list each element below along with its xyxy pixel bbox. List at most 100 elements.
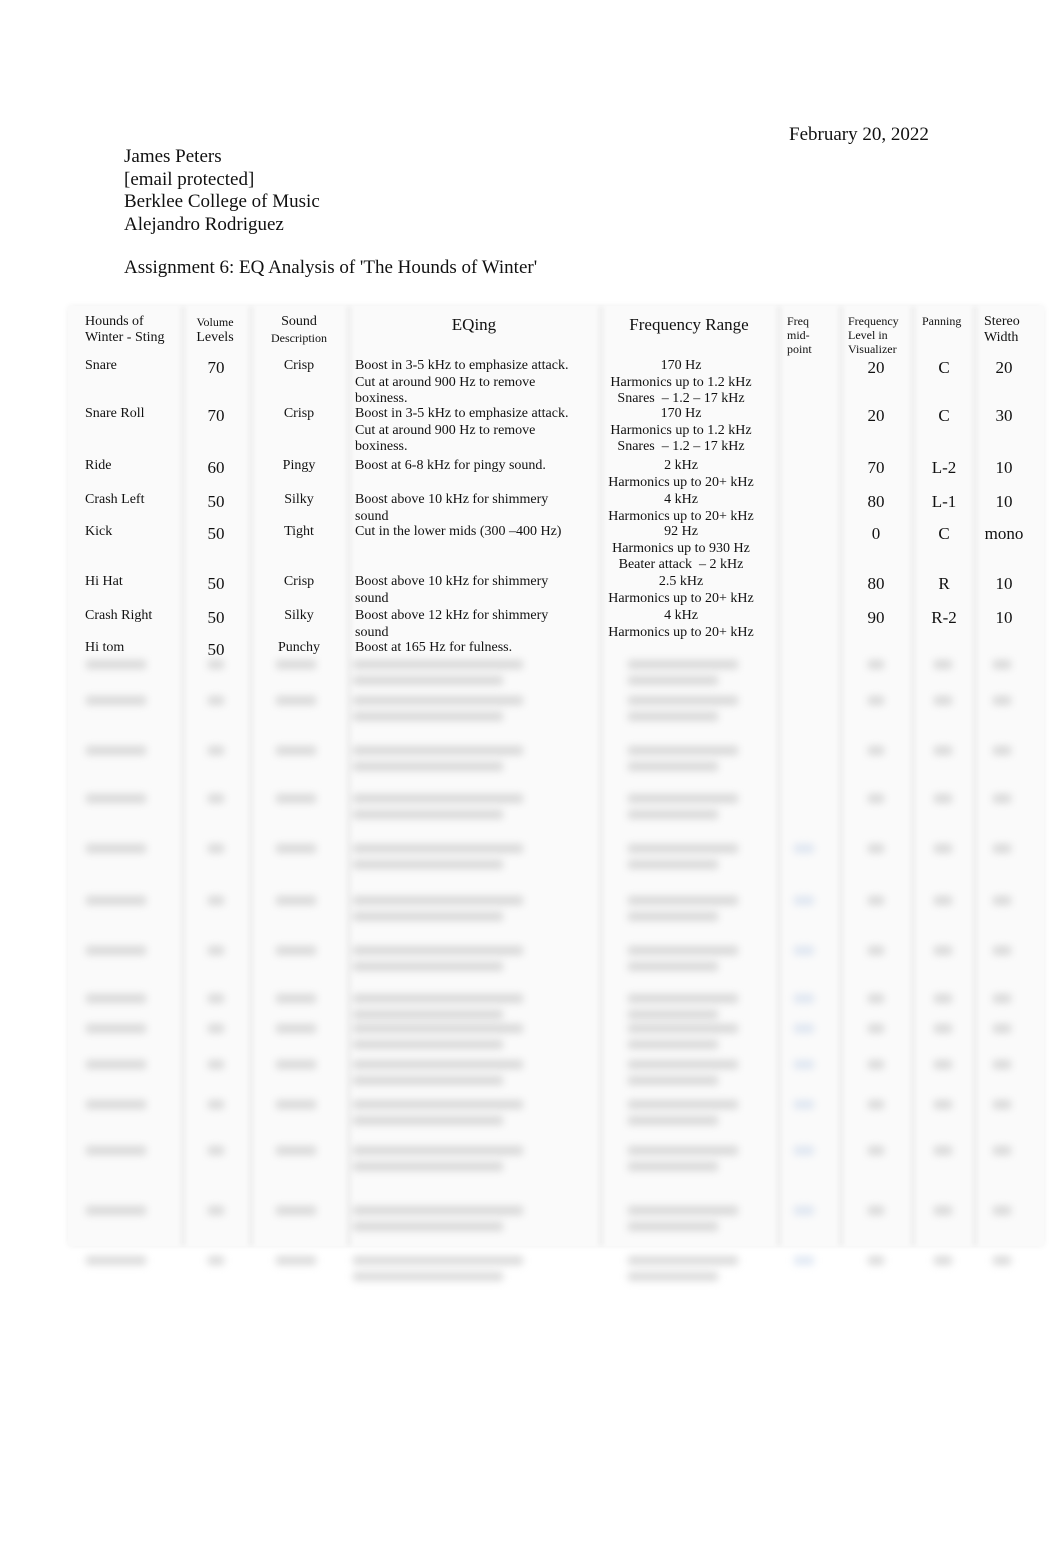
obscured-text (628, 1206, 738, 1215)
header-frequency-range: Frequency Range (629, 315, 749, 334)
eq-line: sound (355, 508, 389, 524)
frequency-line: Harmonics up to 20+ kHz (608, 474, 754, 490)
cell-visualizer-level: 80 (867, 574, 885, 593)
frequency-line: 170 Hz (660, 406, 702, 421)
cell-frequency-range: 4 kHz Harmonics up to 20+ kHz (600, 492, 762, 525)
obscured-text (353, 1076, 503, 1085)
cell-eqing: Cut in the lower mids (300 –400 Hz) (355, 524, 595, 541)
cell-sound-description: Pingy (282, 458, 316, 473)
cell-panning: L-1 (931, 492, 957, 511)
obscured-text (993, 696, 1011, 705)
obscured-text (993, 1146, 1011, 1155)
cell-stereo-width: 30 (995, 406, 1013, 425)
cell-sound-description: Silky (284, 608, 314, 623)
obscured-text (86, 896, 146, 905)
cell-stereo-width: 10 (995, 458, 1013, 477)
obscured-link (794, 844, 814, 853)
obscured-text (628, 810, 718, 819)
author-block: James Peters [email protected] Berklee C… (124, 146, 320, 236)
cell-visualizer-level: 90 (867, 608, 885, 627)
header-line: Frequency (848, 314, 899, 328)
obscured-text (353, 994, 523, 1003)
frequency-line: Harmonics up to 20+ kHz (608, 590, 754, 606)
obscured-text (208, 1024, 224, 1033)
obscured-text (993, 1100, 1011, 1109)
frequency-line: 2.5 kHz (658, 574, 704, 589)
cell-frequency-range: 2 kHz Harmonics up to 20+ kHz (600, 458, 762, 491)
obscured-text (353, 1060, 523, 1069)
cell-instrument: Snare Roll (85, 406, 145, 421)
obscured-text (353, 912, 503, 921)
frequency-line: 2 kHz (664, 458, 698, 473)
obscured-text (208, 1100, 224, 1109)
obscured-text (353, 1272, 503, 1281)
obscured-text (628, 912, 718, 921)
obscured-text (86, 844, 146, 853)
obscured-text (86, 1206, 146, 1215)
obscured-text (276, 746, 316, 755)
cell-instrument: Crash Right (85, 608, 153, 623)
frequency-line: Beater attack – 2 kHz (618, 557, 744, 572)
obscured-text (353, 1040, 503, 1049)
obscured-text (868, 1024, 884, 1033)
cell-volume: 50 (207, 524, 225, 543)
instructor: Alejandro Rodriguez (124, 213, 284, 235)
obscured-text (868, 746, 884, 755)
header-line: Winter - Sting (85, 330, 165, 345)
cell-stereo-width: 20 (995, 358, 1013, 377)
cell-volume: 60 (207, 458, 225, 477)
eq-line: Cut at around 900 Hz to remove (355, 422, 536, 438)
obscured-text (353, 1100, 523, 1109)
obscured-text (208, 746, 224, 755)
cell-panning: R (938, 574, 950, 593)
document-date: February 20, 2022 (789, 124, 929, 145)
obscured-text (353, 860, 503, 869)
obscured-text (868, 794, 884, 803)
obscured-text (934, 896, 952, 905)
obscured-text (353, 896, 523, 905)
eq-line: Boost above 10 kHz for shimmery (355, 574, 549, 589)
eq-line: Cut at around 900 Hz to remove (355, 374, 536, 390)
obscured-link (794, 1256, 814, 1265)
eq-line: Cut in the lower mids (300 –400 Hz) (355, 524, 562, 539)
cell-frequency-range: 4 kHz Harmonics up to 20+ kHz (600, 608, 762, 641)
obscured-text (868, 1206, 884, 1215)
obscured-text (628, 946, 738, 955)
obscured-text (993, 660, 1011, 669)
obscured-text (868, 660, 884, 669)
obscured-text (868, 946, 884, 955)
obscured-text (353, 746, 523, 755)
frequency-line: Harmonics up to 930 Hz (612, 540, 750, 556)
header-volume: Volume Levels (186, 314, 244, 346)
obscured-text (628, 660, 738, 669)
obscured-text (934, 1100, 952, 1109)
obscured-text (208, 794, 224, 803)
obscured-text (628, 1010, 718, 1019)
header-line: mid- (787, 328, 810, 342)
obscured-text (276, 994, 316, 1003)
cell-sound-description: Crisp (283, 574, 315, 589)
obscured-text (86, 696, 146, 705)
obscured-text (353, 660, 523, 669)
cell-stereo-width: 10 (995, 608, 1013, 627)
obscured-text (86, 1060, 146, 1069)
obscured-text (628, 1272, 718, 1281)
obscured-text (628, 712, 718, 721)
header-eq: EQing (451, 315, 497, 334)
obscured-text (628, 762, 718, 771)
obscured-text (934, 994, 952, 1003)
cell-visualizer-level: 20 (867, 358, 885, 377)
obscured-text (276, 1146, 316, 1155)
cell-eqing: Boost at 6-8 kHz for pingy sound. (355, 458, 595, 475)
obscured-text (276, 794, 316, 803)
obscured-text (868, 994, 884, 1003)
eq-line: sound (355, 590, 389, 606)
obscured-text (276, 1256, 316, 1265)
obscured-text (628, 896, 738, 905)
obscured-text (86, 994, 146, 1003)
obscured-text (628, 1222, 718, 1231)
obscured-text (208, 1256, 224, 1265)
obscured-text (208, 946, 224, 955)
obscured-text (353, 1116, 503, 1125)
obscured-text (86, 1100, 146, 1109)
